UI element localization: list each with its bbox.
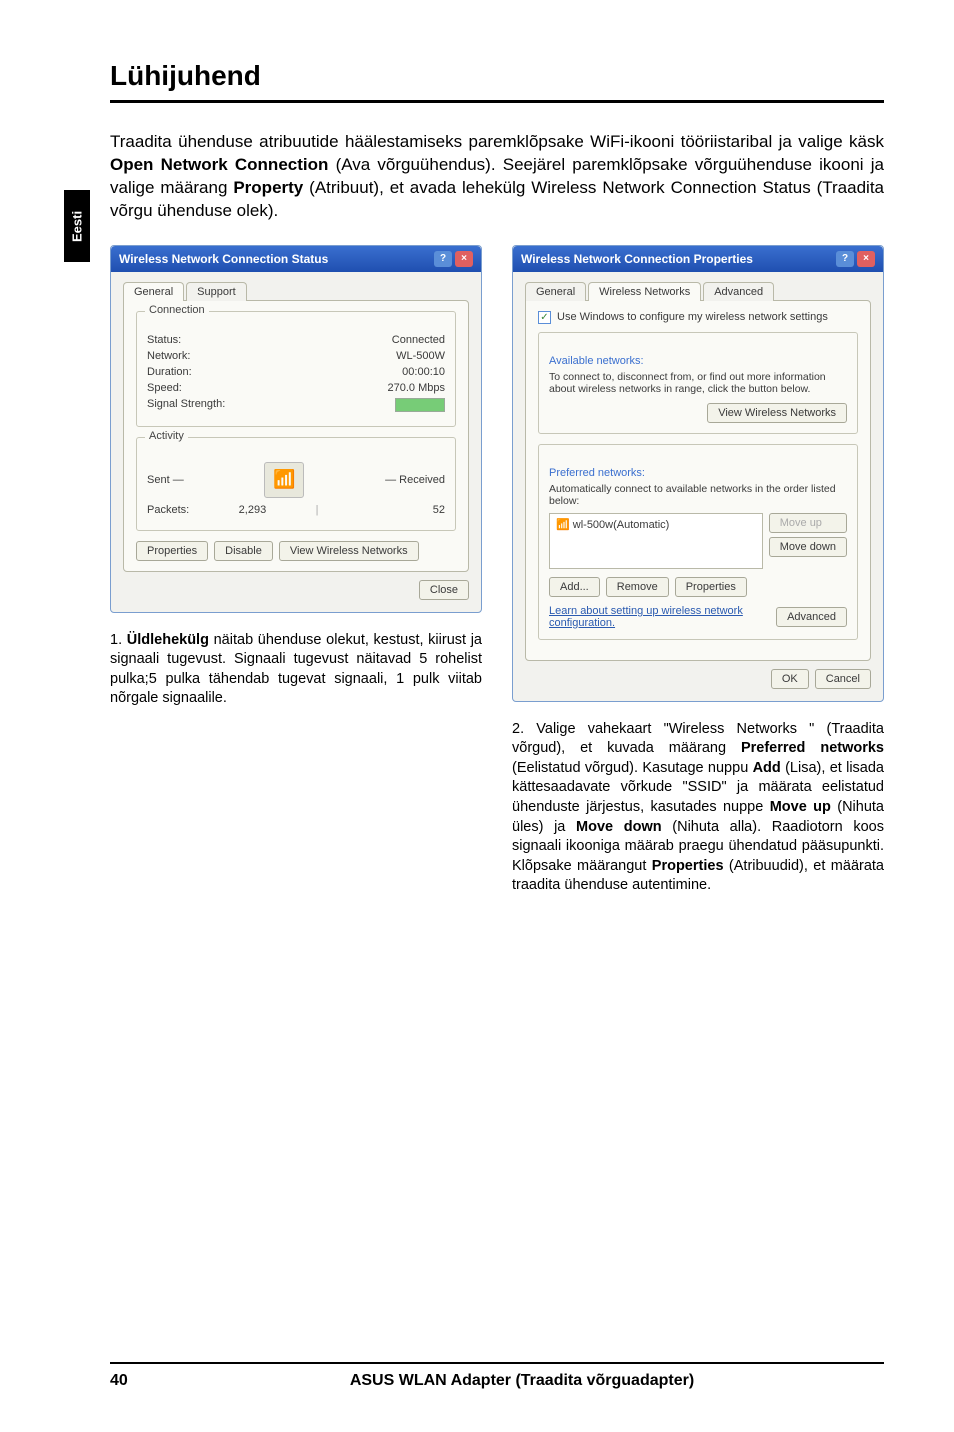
page-title: Lühijuhend	[110, 60, 884, 92]
page-number: 40	[110, 1372, 160, 1390]
close-button[interactable]: Close	[419, 580, 469, 600]
value-network: WL-500W	[396, 350, 445, 362]
view-networks-button[interactable]: View Wireless Networks	[279, 541, 419, 561]
net-properties-button[interactable]: Properties	[675, 577, 747, 597]
network-item[interactable]: 📶 wl-500w(Automatic)	[556, 518, 669, 531]
use-windows-label: Use Windows to configure my wireless net…	[557, 311, 828, 323]
label-speed: Speed:	[147, 382, 182, 394]
learn-link[interactable]: Learn about setting up wireless network …	[549, 605, 776, 629]
label-network: Network:	[147, 350, 190, 362]
label-sent: Sent —	[147, 474, 184, 486]
properties-window: Wireless Network Connection Properties ?…	[512, 245, 884, 702]
move-up-button[interactable]: Move up	[769, 513, 847, 533]
remove-button[interactable]: Remove	[606, 577, 669, 597]
available-networks-header: Available networks:	[549, 355, 847, 367]
value-signal	[395, 398, 445, 412]
properties-window-title: Wireless Network Connection Properties	[521, 252, 753, 266]
title-rule	[110, 100, 884, 103]
available-networks-desc: To connect to, disconnect from, or find …	[549, 371, 847, 395]
status-window-titlebar: Wireless Network Connection Status ? ×	[111, 246, 481, 272]
close-icon[interactable]: ×	[857, 251, 875, 267]
label-packets: Packets:	[147, 504, 189, 516]
advanced-button[interactable]: Advanced	[776, 607, 847, 627]
label-signal: Signal Strength:	[147, 398, 225, 412]
status-window-title: Wireless Network Connection Status	[119, 252, 328, 266]
side-language-tab: Eesti	[64, 190, 90, 262]
footer-title: ASUS WLAN Adapter (Traadita võrguadapter…	[160, 1372, 884, 1390]
caption-1: 1. Üldlehekülg näitab ühenduse olekut, k…	[110, 631, 482, 709]
help-icon[interactable]: ?	[836, 251, 854, 267]
value-duration: 00:00:10	[402, 366, 445, 378]
help-icon[interactable]: ?	[434, 251, 452, 267]
label-duration: Duration:	[147, 366, 192, 378]
properties-button[interactable]: Properties	[136, 541, 208, 561]
move-down-button[interactable]: Move down	[769, 537, 847, 557]
label-received: — Received	[385, 474, 445, 486]
label-status: Status:	[147, 334, 181, 346]
use-windows-checkbox[interactable]: ✓	[538, 311, 551, 324]
activity-group-title: Activity	[145, 430, 188, 442]
connection-group-title: Connection	[145, 304, 209, 316]
tab-support[interactable]: Support	[186, 282, 247, 301]
intro-paragraph: Traadita ühenduse atribuutide häälestami…	[110, 131, 884, 223]
status-window: Wireless Network Connection Status ? × G…	[110, 245, 482, 613]
view-wireless-networks-button[interactable]: View Wireless Networks	[707, 403, 847, 423]
footer-rule	[110, 1362, 884, 1364]
activity-icon: 📶	[264, 462, 304, 498]
disable-button[interactable]: Disable	[214, 541, 273, 561]
value-packets-sent: 2,293	[189, 504, 315, 516]
value-status: Connected	[392, 334, 445, 346]
properties-window-titlebar: Wireless Network Connection Properties ?…	[513, 246, 883, 272]
tab-general[interactable]: General	[123, 282, 184, 301]
tab-advanced[interactable]: Advanced	[703, 282, 774, 301]
tab-wireless-networks[interactable]: Wireless Networks	[588, 282, 701, 301]
close-icon[interactable]: ×	[455, 251, 473, 267]
preferred-networks-desc: Automatically connect to available netwo…	[549, 483, 847, 507]
preferred-networks-header: Preferred networks:	[549, 467, 847, 479]
cancel-button[interactable]: Cancel	[815, 669, 871, 689]
value-packets-recv: 52	[319, 504, 445, 516]
value-speed: 270.0 Mbps	[388, 382, 445, 394]
add-button[interactable]: Add...	[549, 577, 600, 597]
ok-button[interactable]: OK	[771, 669, 809, 689]
tab-general-2[interactable]: General	[525, 282, 586, 301]
caption-2: 2. Valige vahekaart "Wireless Networks "…	[512, 720, 884, 896]
preferred-networks-list[interactable]: 📶 wl-500w(Automatic)	[549, 513, 763, 569]
